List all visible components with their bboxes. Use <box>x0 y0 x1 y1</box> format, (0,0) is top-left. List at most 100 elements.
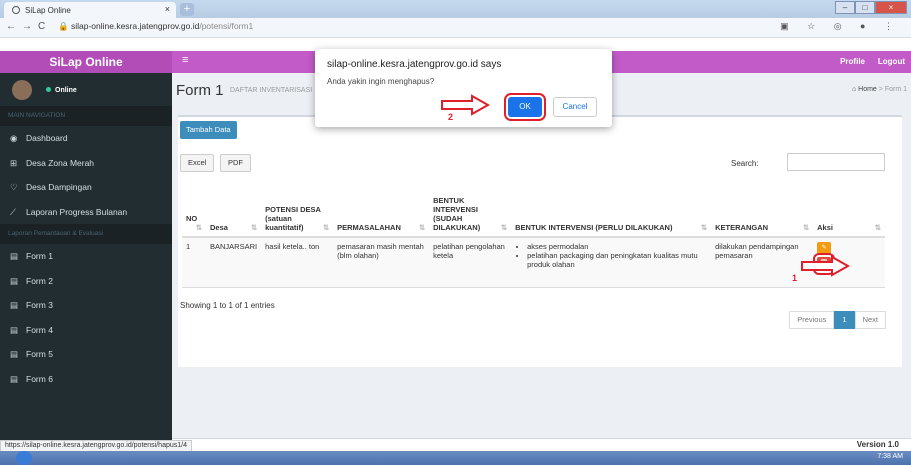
page-1-button[interactable]: 1 <box>834 311 855 329</box>
excel-button[interactable]: Excel <box>180 154 215 172</box>
tambah-data-button[interactable]: Tambah Data <box>180 121 237 139</box>
search-input[interactable] <box>787 153 885 171</box>
col-sudah[interactable]: BENTUK INTERVENSI (SUDAH DILAKUKAN) ⇅ <box>429 179 512 238</box>
version-label: Version 1.0 <box>856 440 899 449</box>
sidebar-item-form-4[interactable]: ▤ Form 4 <box>0 318 172 343</box>
sidebar-item-dashboard[interactable]: ◉ Dashboard <box>0 126 172 151</box>
cell-desa: BANJARSARI <box>206 237 262 288</box>
section-main-navigation: MAIN NAVIGATION <box>0 106 172 126</box>
globe-icon <box>12 6 20 14</box>
sidebar-item-label: Laporan Progress Bulanan <box>26 206 128 217</box>
sidebar-item-label: Form 2 <box>26 275 53 286</box>
url-field[interactable]: 🔒 silap-online.kesra.jatengprov.go.id/po… <box>58 21 253 32</box>
book-icon: ▤ <box>10 275 19 286</box>
breadcrumb-current: Form 1 <box>884 86 907 93</box>
list-item: pelatihan packaging dan peningkatan kual… <box>527 251 707 269</box>
previous-button[interactable]: Previous <box>789 311 835 329</box>
data-box: Tambah Data Excel PDF Search: NO ⇅ Desa … <box>178 115 902 367</box>
window-controls: – □ × <box>835 1 907 14</box>
table-header-row: NO ⇅ Desa ⇅ POTENSI DESA (satuan kuantit… <box>182 179 885 238</box>
cancel-button[interactable]: Cancel <box>553 97 597 117</box>
breadcrumb-separator: > <box>878 86 883 93</box>
section-laporan: Laporan Pemantauan & Evaluasi <box>0 224 172 244</box>
pdf-button[interactable]: PDF <box>220 154 251 172</box>
ok-button[interactable]: OK <box>504 93 546 121</box>
breadcrumb: ⌂ Home > Form 1 <box>852 86 907 93</box>
book-icon: ▤ <box>10 349 19 359</box>
edit-button[interactable]: ✎ <box>817 242 832 254</box>
reload-icon[interactable]: C <box>38 21 45 32</box>
sidebar-item-form-2[interactable]: ▤ Form 2 <box>0 269 172 294</box>
dialog-message: Anda yakin ingin menghapus? <box>327 77 435 86</box>
sidebar-item-form-1[interactable]: ▤ Form 1 <box>0 244 172 269</box>
heart-icon: ♡ <box>10 182 18 192</box>
sidebar-item-label: Desa Zona Merah <box>26 157 95 168</box>
close-window-icon[interactable]: × <box>875 1 907 14</box>
step-2-label: 2 <box>448 112 454 122</box>
sidebar-item-label: Form 3 <box>26 300 53 310</box>
new-tab-button[interactable]: + <box>180 3 194 16</box>
sidebar-item-label: Dashboard <box>26 133 68 143</box>
address-bar: ← → C 🔒 silap-online.kesra.jatengprov.go… <box>0 18 911 38</box>
online-label: Online <box>55 87 77 94</box>
maximize-icon[interactable]: □ <box>855 1 875 14</box>
sidebar-item-label: Form 4 <box>26 324 53 335</box>
cell-no: 1 <box>182 237 206 288</box>
page-subtitle: DAFTAR INVENTARISASI <box>230 87 313 94</box>
logout-link[interactable]: Logout <box>878 57 905 66</box>
col-permasalahan[interactable]: PERMASALAHAN ⇅ <box>333 179 430 238</box>
forward-icon[interactable]: → <box>22 21 32 32</box>
minimize-icon[interactable]: – <box>835 1 855 14</box>
data-table: NO ⇅ Desa ⇅ POTENSI DESA (satuan kuantit… <box>182 179 885 288</box>
avatar <box>12 80 32 100</box>
book-icon: ▤ <box>10 251 19 261</box>
menu-toggle-icon[interactable]: ≡ <box>182 54 188 66</box>
col-perlu[interactable]: BENTUK INTERVENSI (PERLU DILAKUKAN) ⇅ <box>511 179 712 238</box>
url-path: /potensi/form1 <box>199 21 254 31</box>
sidebar-item-desa-dampingan[interactable]: ♡ Desa Dampingan <box>0 175 172 200</box>
sidebar-item-form-6[interactable]: ▤ Form 6 <box>0 367 172 392</box>
back-icon[interactable]: ← <box>6 21 16 32</box>
url-host: silap-online.kesra.jatengprov.go.id <box>70 21 200 31</box>
breadcrumb-home[interactable]: Home <box>858 86 877 93</box>
page-title: Form 1 <box>176 82 224 99</box>
dashboard-icon: ◉ <box>10 133 18 143</box>
tab-close-icon[interactable]: × <box>165 4 170 14</box>
col-potensi[interactable]: POTENSI DESA (satuan kuantitatif) ⇅ <box>261 179 334 238</box>
list-item: akses permodalan <box>527 242 707 251</box>
browser-tab-strip: SiLap Online × + – □ × <box>0 0 911 18</box>
footer: Version 1.0 <box>172 438 911 449</box>
extension-icons[interactable]: ▣ ☆ ◎ ● ⋮ <box>780 21 901 32</box>
arrow-right-icon <box>801 255 850 277</box>
table-row: 1 BANJARSARI hasil ketela.. ton pemasara… <box>182 237 885 288</box>
sidebar-item-form-5[interactable]: ▤ Form 5 <box>0 342 172 367</box>
sidebar-item-desa-zona-merah[interactable]: ⊞ Desa Zona Merah <box>0 151 172 176</box>
next-button[interactable]: Next <box>854 311 886 329</box>
start-button-icon[interactable] <box>16 451 32 465</box>
dialog-title: silap-online.kesra.jatengprov.go.id says <box>327 59 502 70</box>
home-icon: ⌂ <box>851 86 857 93</box>
profile-link[interactable]: Profile <box>840 57 865 66</box>
lock-icon: 🔒 <box>58 21 69 31</box>
line-chart-icon: ⟋ <box>10 206 16 217</box>
sidebar: Online MAIN NAVIGATION ◉ Dashboard ⊞ Desa … <box>0 73 172 449</box>
sidebar-item-label: Form 1 <box>26 251 53 261</box>
sidebar-item-form-3[interactable]: ▤ Form 3 <box>0 293 172 318</box>
col-no[interactable]: NO ⇅ <box>182 179 206 238</box>
sidebar-item-label: Desa Dampingan <box>26 182 92 192</box>
col-aksi[interactable]: Aksi ⇅ <box>813 179 885 238</box>
online-dot-icon <box>46 87 51 92</box>
brand-logo[interactable]: SiLap Online <box>0 51 172 73</box>
taskbar: 7:38 AM <box>0 451 911 465</box>
sidebar-item-label: Form 6 <box>26 373 53 384</box>
col-desa[interactable]: Desa ⇅ <box>206 179 262 238</box>
col-keterangan[interactable]: KETERANGAN ⇅ <box>711 179 814 238</box>
browser-tab[interactable]: SiLap Online × <box>4 2 176 18</box>
cell-perlu: akses permodalan pelatihan packaging dan… <box>511 237 712 288</box>
cell-sudah: pelatihan pengolahan ketela <box>429 237 512 288</box>
taskbar-clock: 7:38 AM <box>877 453 903 460</box>
user-panel: Online <box>0 73 172 106</box>
table-info: Showing 1 to 1 of 1 entries <box>180 301 275 310</box>
sidebar-item-laporan-progress[interactable]: ⟋ Laporan Progress Bulanan <box>0 200 172 225</box>
book-icon: ▤ <box>10 373 19 384</box>
